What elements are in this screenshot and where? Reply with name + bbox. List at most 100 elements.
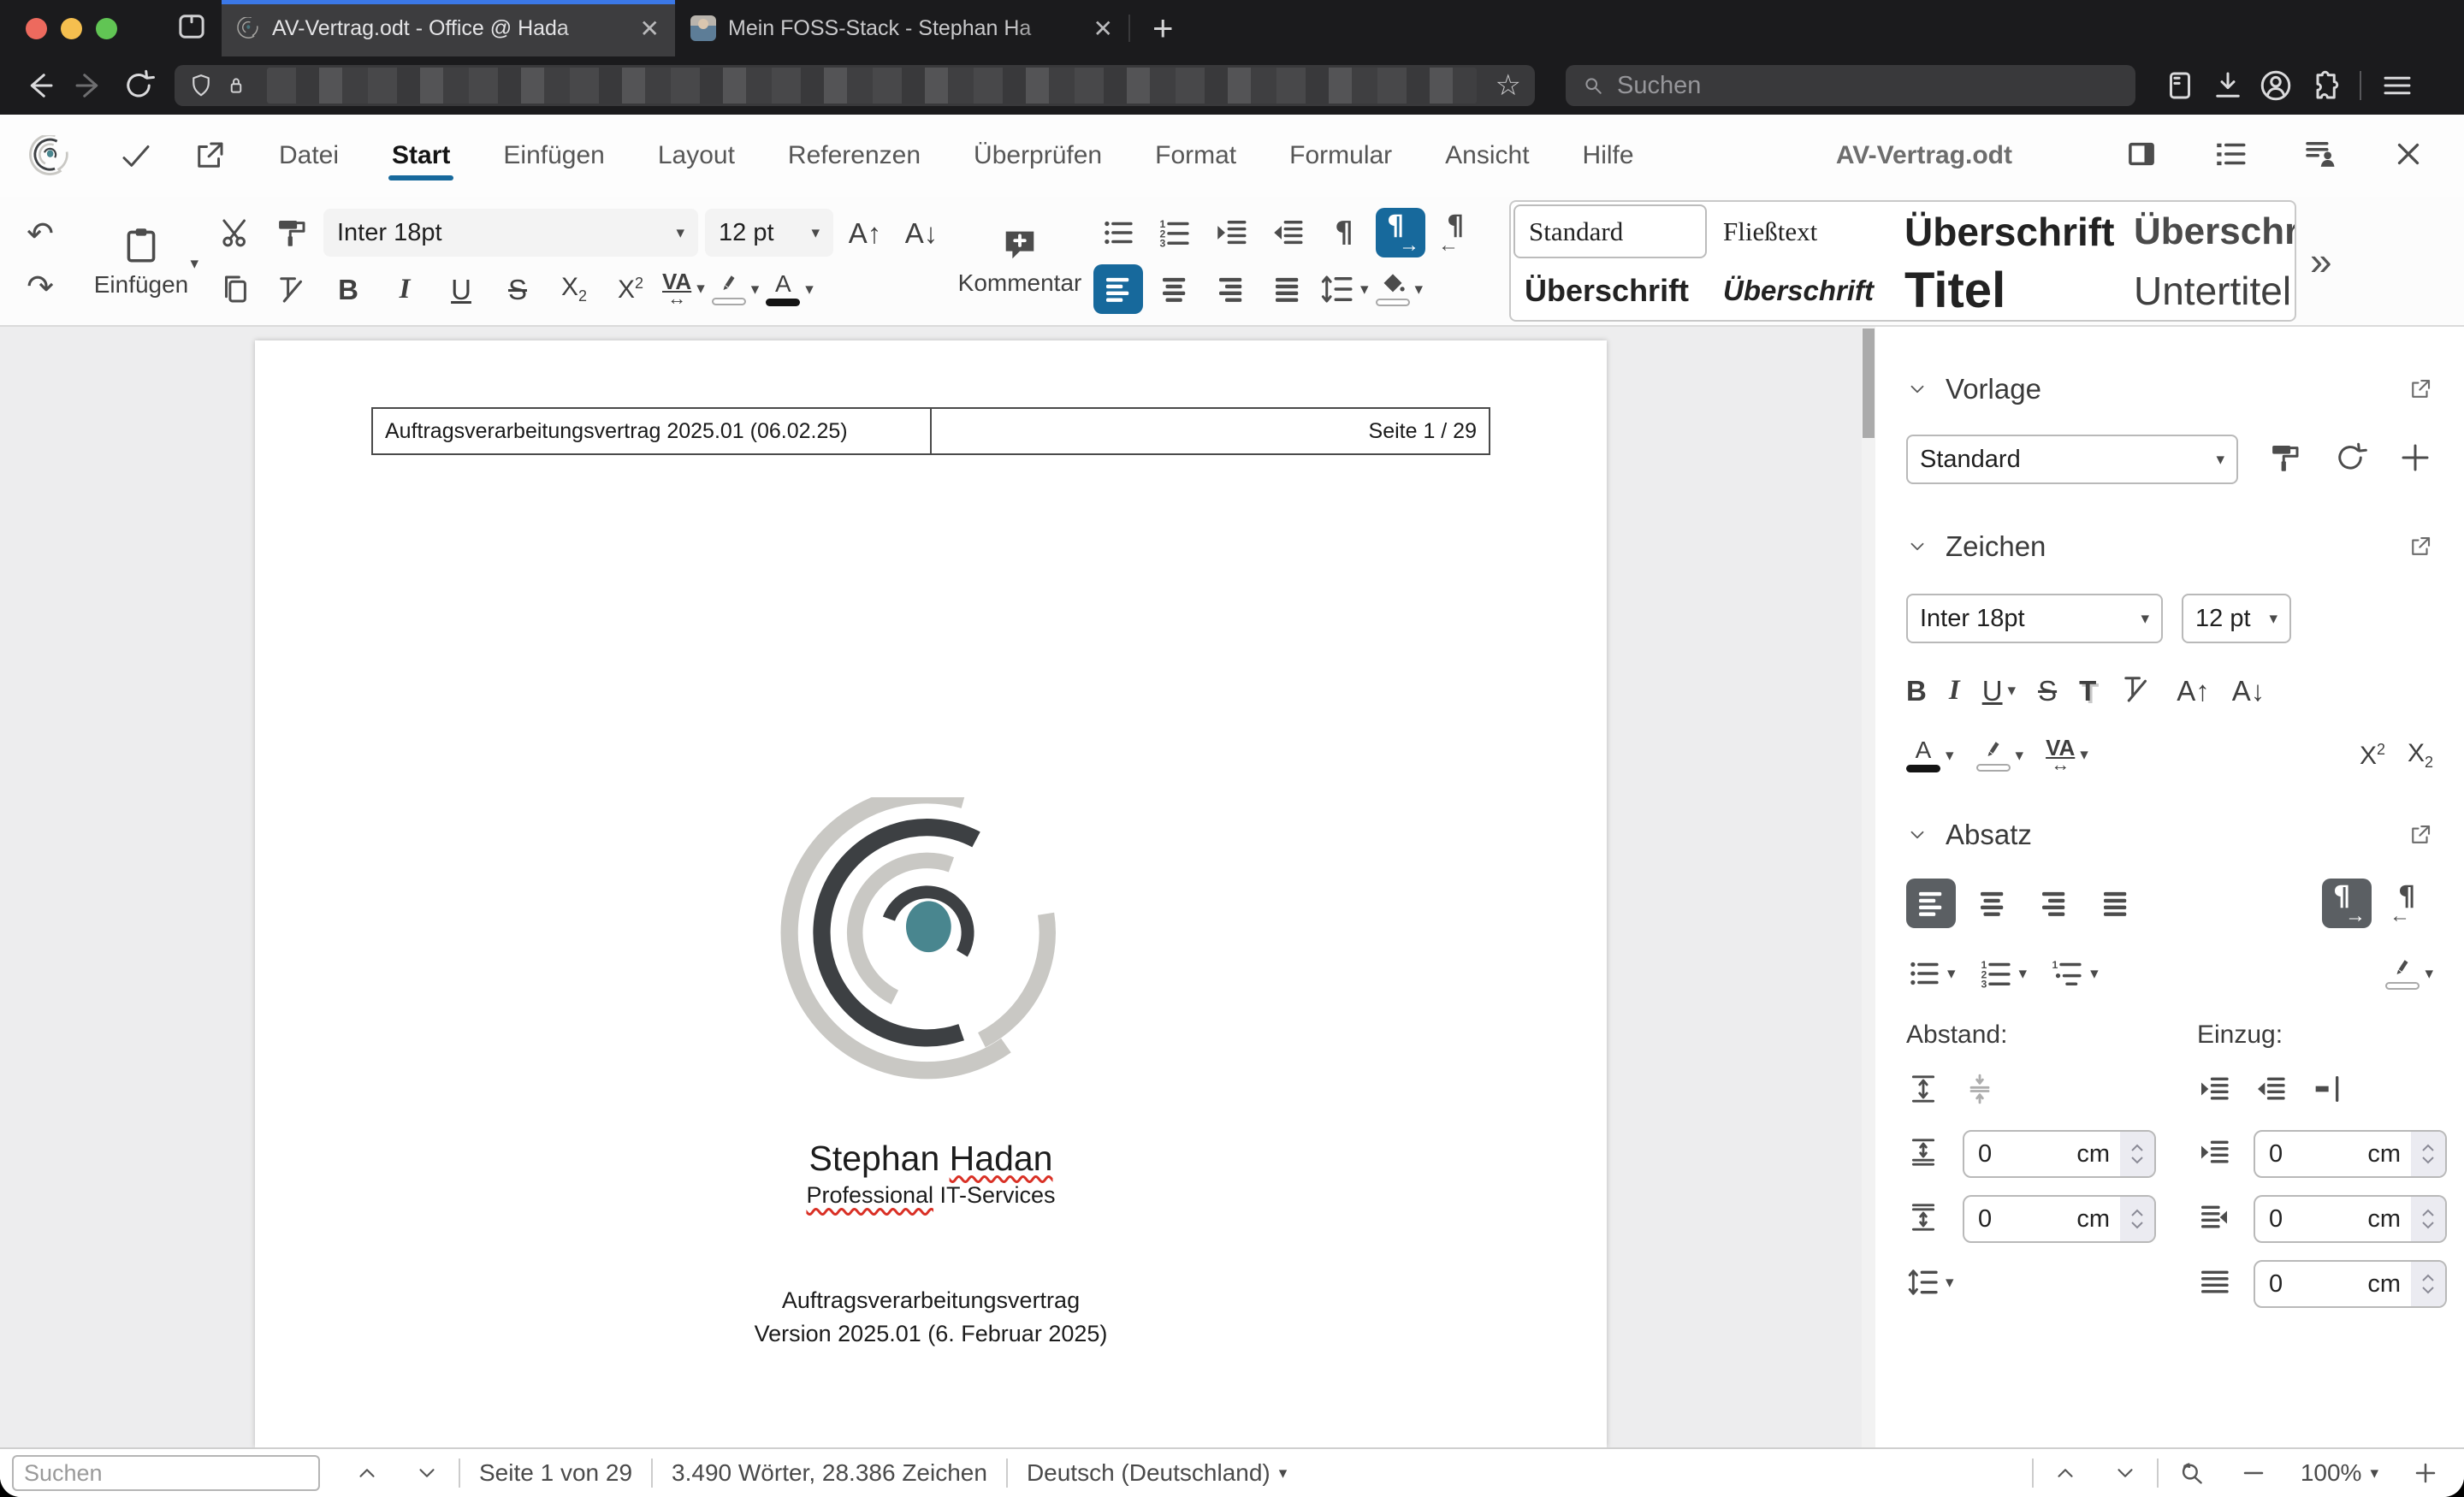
outline-list-control[interactable]: 1 ▾ <box>2049 956 2099 991</box>
cut-button[interactable] <box>210 208 260 257</box>
toolbar-expand-chevron[interactable]: » <box>2310 238 2332 284</box>
line-spacing-control[interactable]: ▾ <box>1319 271 1369 307</box>
bold-button[interactable]: B <box>1906 677 1927 705</box>
align-right-button[interactable] <box>2029 879 2079 928</box>
forward-icon[interactable] <box>68 65 110 106</box>
sidebar-toggle-icon[interactable] <box>2123 136 2159 176</box>
absatz-section-header[interactable]: Absatz <box>1906 819 2433 851</box>
open-panel-icon[interactable] <box>2408 534 2433 559</box>
strikethrough-button[interactable]: S <box>493 264 542 314</box>
spinner-steppers[interactable] <box>2120 1132 2154 1176</box>
superscript-button[interactable]: X2 <box>606 264 655 314</box>
bullet-list-control[interactable]: ▾ <box>1906 956 1956 991</box>
zoom-in-icon[interactable] <box>2413 1460 2438 1486</box>
highlight-color-control[interactable]: ▾ <box>711 273 759 305</box>
menu-hilfe[interactable]: Hilfe <box>1581 126 1636 186</box>
browser-search-input[interactable] <box>1617 71 2120 100</box>
strikethrough-button[interactable]: S <box>2038 677 2057 705</box>
language-selector[interactable]: Deutsch (Deutschland) ▾ <box>1027 1459 1287 1487</box>
next-page-icon[interactable] <box>2112 1460 2138 1486</box>
zoom-out-icon[interactable] <box>2241 1460 2266 1486</box>
align-left-button[interactable] <box>1906 879 1956 928</box>
highlight-color-control[interactable]: ▾ <box>1975 739 2023 772</box>
decrease-spacing-icon[interactable] <box>1963 1072 1997 1110</box>
space-above-spinner[interactable]: 0 cm <box>1963 1130 2156 1178</box>
tab-foss-stack[interactable]: Mein FOSS-Stack - Stephan Ha ✕ <box>675 0 1128 56</box>
bookmark-star-icon[interactable]: ☆ <box>1496 71 1521 100</box>
find-input[interactable] <box>12 1455 320 1491</box>
underline-control[interactable]: U ▾ <box>1982 677 2016 705</box>
grow-font-button[interactable]: A↑ <box>840 208 890 257</box>
superscript-button[interactable]: X2 <box>2360 741 2385 771</box>
formatting-marks-button[interactable]: ¶ <box>1319 208 1369 257</box>
word-count[interactable]: 3.490 Wörter, 28.386 Zeichen <box>672 1459 987 1487</box>
align-center-button[interactable] <box>1150 264 1199 314</box>
menu-hamburger-icon[interactable] <box>2377 65 2418 106</box>
find-previous-icon[interactable] <box>354 1460 380 1486</box>
increase-spacing-icon[interactable] <box>1906 1072 1940 1110</box>
shrink-font-button[interactable]: A↓ <box>897 208 946 257</box>
increase-indent-button[interactable] <box>1206 208 1256 257</box>
clear-formatting-button[interactable] <box>2118 671 2154 711</box>
close-tab-icon[interactable]: ✕ <box>640 15 660 43</box>
style-ueberschrift-2[interactable]: Überschrift <box>2120 202 2295 261</box>
paragraph-style-combo[interactable]: Standard ▾ <box>1906 435 2238 484</box>
copy-button[interactable] <box>210 264 260 314</box>
style-standard[interactable]: Standard <box>1513 204 1707 258</box>
menu-einfuegen[interactable]: Einfügen <box>501 126 606 186</box>
numbered-list-control[interactable]: 123 ▾ <box>1978 956 2027 991</box>
close-window-button[interactable] <box>26 17 47 39</box>
open-panel-icon[interactable] <box>2408 822 2433 848</box>
rtl-direction-button[interactable]: ¶ ← <box>1432 208 1482 257</box>
font-name-combo[interactable]: Inter 18pt ▾ <box>323 209 698 257</box>
tab-av-vertrag[interactable]: AV-Vertrag.odt - Office @ Hada ✕ <box>222 0 675 56</box>
char-spacing-control[interactable]: VA ↔ ▾ <box>2046 737 2088 773</box>
grow-font-button[interactable]: A↑ <box>2177 677 2210 705</box>
reload-icon[interactable] <box>118 65 159 106</box>
open-panel-icon[interactable] <box>2408 376 2433 402</box>
paste-dropdown-caret[interactable]: ▾ <box>190 256 198 272</box>
rtl-direction-button[interactable]: ¶ ← <box>2384 879 2433 928</box>
zeichen-section-header[interactable]: Zeichen <box>1906 530 2433 563</box>
zoom-level-control[interactable]: 100% ▾ <box>2301 1459 2378 1487</box>
undo-button[interactable]: ↶ <box>15 210 65 259</box>
shadow-button[interactable]: T <box>2079 677 2096 705</box>
menu-datei[interactable]: Datei <box>277 126 341 186</box>
account-icon[interactable] <box>2255 65 2296 106</box>
space-below-spinner[interactable]: 0 cm <box>1963 1195 2156 1243</box>
menu-formular[interactable]: Formular <box>1288 126 1394 186</box>
update-style-paint-icon[interactable] <box>2267 440 2303 480</box>
lock-icon[interactable] <box>224 74 248 98</box>
indent-after-spinner[interactable]: 0 cm <box>2254 1195 2447 1243</box>
downloads-icon[interactable] <box>2207 65 2248 106</box>
italic-button[interactable]: I <box>380 264 429 314</box>
style-ueberschrift-3[interactable]: Überschrift <box>1511 261 1709 320</box>
clear-formatting-button[interactable] <box>267 264 317 314</box>
extensions-puzzle-icon[interactable] <box>2303 65 2344 106</box>
tab-overview-icon[interactable] <box>174 9 210 49</box>
hanging-indent-icon[interactable] <box>2310 1072 2344 1110</box>
justify-button[interactable] <box>1263 264 1312 314</box>
outline-list-icon[interactable] <box>2212 136 2248 176</box>
previous-page-icon[interactable] <box>2052 1460 2078 1486</box>
shrink-font-button[interactable]: A↓ <box>2232 677 2266 705</box>
italic-button[interactable]: I <box>1949 677 1960 705</box>
open-in-new-icon[interactable] <box>192 138 228 174</box>
ltr-direction-button[interactable]: ¶ → <box>1376 208 1425 257</box>
align-left-button[interactable] <box>1093 264 1143 314</box>
style-ueberschrift-4[interactable]: Überschrift <box>1709 261 1891 320</box>
style-untertitel[interactable]: Untertitel <box>2120 261 2295 320</box>
font-color-control[interactable]: A ▾ <box>1906 738 1954 772</box>
menu-referenzen[interactable]: Referenzen <box>786 126 922 186</box>
browser-search-bar[interactable] <box>1566 65 2135 106</box>
redo-button[interactable]: ↷ <box>15 263 65 312</box>
style-fliesstext[interactable]: Fließtext <box>1709 202 1891 261</box>
decrease-indent-icon[interactable] <box>2254 1072 2288 1110</box>
line-spacing-control[interactable]: ▾ <box>1906 1265 1954 1299</box>
first-line-indent-spinner[interactable]: 0 cm <box>2254 1260 2447 1308</box>
decrease-indent-button[interactable] <box>1263 208 1312 257</box>
spinner-steppers[interactable] <box>2120 1197 2154 1241</box>
menu-ueberpruefen[interactable]: Überprüfen <box>972 126 1104 186</box>
scrollbar-thumb[interactable] <box>1863 328 1875 438</box>
indent-before-spinner[interactable]: 0 cm <box>2254 1130 2447 1178</box>
